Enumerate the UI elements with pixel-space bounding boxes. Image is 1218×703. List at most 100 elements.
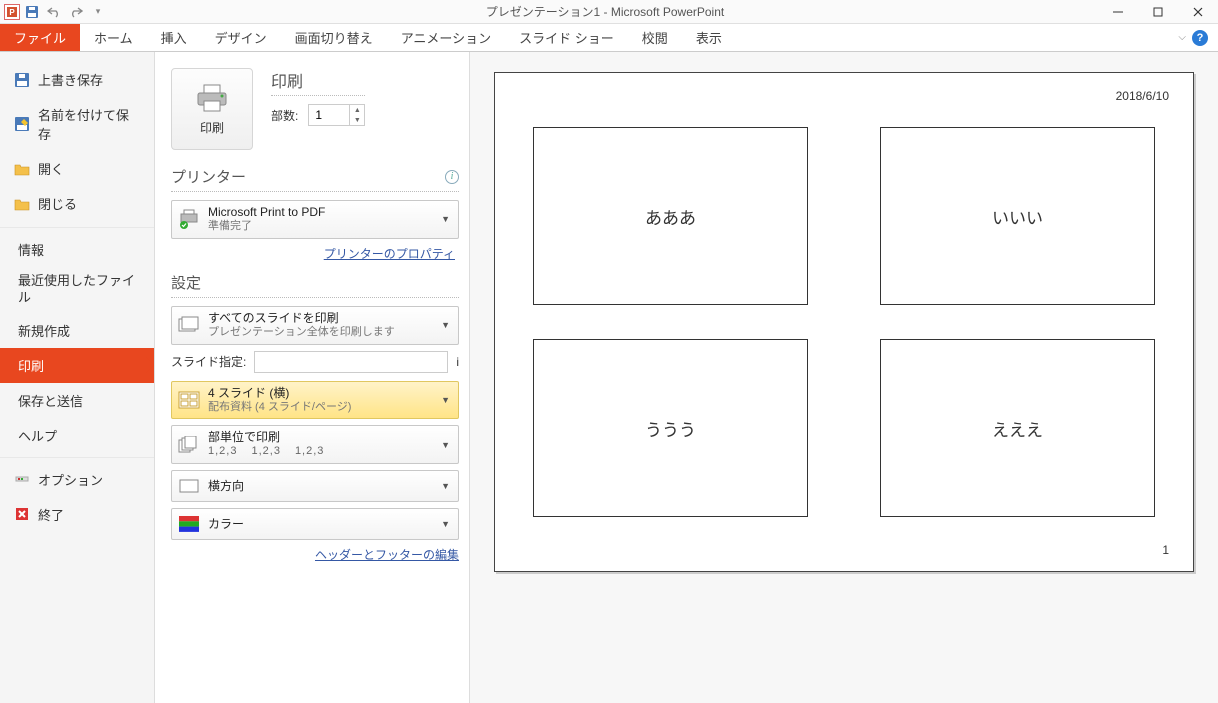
close-folder-icon [14, 196, 30, 212]
orientation-label: 横方向 [208, 479, 431, 494]
chevron-down-icon: ▼ [439, 440, 452, 450]
tab-home[interactable]: ホーム [80, 24, 147, 51]
qat-customize-icon[interactable]: ▾ [88, 2, 108, 22]
preview-slide-1: あああ [533, 127, 808, 305]
chevron-down-icon: ▼ [439, 320, 452, 330]
sidebar-item-print[interactable]: 印刷 [0, 348, 154, 383]
info-icon[interactable]: i [445, 170, 459, 184]
tab-transition[interactable]: 画面切り替え [281, 24, 387, 51]
save-as-icon [14, 116, 30, 132]
preview-date: 2018/6/10 [1116, 89, 1169, 103]
scope-selector[interactable]: すべてのスライドを印刷 プレゼンテーション全体を印刷します ▼ [171, 306, 459, 345]
copies-up-icon[interactable]: ▲ [350, 105, 364, 115]
minimize-button[interactable] [1098, 0, 1138, 24]
exit-icon [14, 506, 30, 522]
sidebar-item-options[interactable]: オプション [0, 462, 154, 497]
tab-insert[interactable]: 挿入 [147, 24, 201, 51]
layout-selector[interactable]: 4 スライド (横) 配布資料 (4 スライド/ページ) ▼ [171, 381, 459, 420]
slide-spec-input[interactable] [254, 351, 448, 373]
printer-properties-link[interactable]: プリンターのプロパティ [324, 247, 455, 261]
quick-access-toolbar: P ▾ [0, 2, 112, 22]
sidebar-item-new[interactable]: 新規作成 [0, 313, 154, 348]
open-folder-icon [14, 161, 30, 177]
window-controls [1098, 0, 1218, 24]
settings-section-title: 設定 [171, 272, 459, 293]
tab-design[interactable]: デザイン [201, 24, 281, 51]
printer-status: 準備完了 [208, 220, 431, 234]
backstage-main: 上書き保存 名前を付けて保存 開く 閉じる 情報 最近使用したファイル 新規作成… [0, 52, 1218, 703]
qat-save-icon[interactable] [22, 2, 42, 22]
handout-4-icon [178, 389, 200, 411]
scope-l1: すべてのスライドを印刷 [208, 311, 431, 326]
printer-icon [194, 83, 230, 113]
sidebar-item-label: 閉じる [38, 194, 77, 213]
sidebar-item-label: 新規作成 [18, 321, 70, 340]
copies-label: 部数: [271, 107, 298, 124]
sidebar-item-label: オプション [38, 470, 103, 489]
tab-review[interactable]: 校閲 [628, 24, 682, 51]
collate-icon [178, 434, 200, 456]
sidebar-item-label: 最近使用したファイル [18, 273, 140, 307]
save-icon [14, 72, 30, 88]
sidebar-item-recent[interactable]: 最近使用したファイル [0, 267, 154, 313]
printer-ready-icon [178, 208, 200, 230]
ribbon-minimize-icon[interactable]: ⌵ [1178, 32, 1186, 43]
preview-page: 2018/6/10 あああ いいい ううう えええ 1 [494, 72, 1194, 572]
ribbon-tabs: ファイル ホーム 挿入 デザイン 画面切り替え アニメーション スライド ショー… [0, 24, 1218, 52]
print-button[interactable]: 印刷 [171, 68, 253, 150]
copies-spinner[interactable]: ▲ ▼ [308, 104, 365, 126]
printer-selector[interactable]: Microsoft Print to PDF 準備完了 ▼ [171, 200, 459, 239]
color-icon [178, 513, 200, 535]
header-footer-link[interactable]: ヘッダーとフッターの編集 [315, 548, 459, 562]
copies-down-icon[interactable]: ▼ [350, 115, 364, 125]
info-icon[interactable]: i [456, 355, 459, 369]
preview-slide-3: ううう [533, 339, 808, 517]
tab-animation[interactable]: アニメーション [387, 24, 505, 51]
sidebar-item-label: 印刷 [18, 356, 44, 375]
close-button[interactable] [1178, 0, 1218, 24]
sidebar-item-help[interactable]: ヘルプ [0, 418, 154, 453]
tab-file[interactable]: ファイル [0, 24, 80, 51]
sidebar-item-save-send[interactable]: 保存と送信 [0, 383, 154, 418]
chevron-down-icon: ▼ [439, 519, 452, 529]
backstage-sidebar: 上書き保存 名前を付けて保存 開く 閉じる 情報 最近使用したファイル 新規作成… [0, 52, 155, 703]
sidebar-item-info[interactable]: 情報 [0, 232, 154, 267]
sidebar-item-label: 情報 [18, 240, 44, 259]
title-bar: P ▾ プレゼンテーション1 - Microsoft PowerPoint [0, 0, 1218, 24]
options-icon [14, 471, 30, 487]
sidebar-item-save-as[interactable]: 名前を付けて保存 [0, 97, 154, 151]
tab-view[interactable]: 表示 [682, 24, 736, 51]
sidebar-item-save[interactable]: 上書き保存 [0, 62, 154, 97]
maximize-button[interactable] [1138, 0, 1178, 24]
window-title: プレゼンテーション1 - Microsoft PowerPoint [112, 3, 1098, 20]
qat-redo-icon[interactable] [66, 2, 86, 22]
sidebar-item-label: ヘルプ [18, 426, 57, 445]
preview-page-number: 1 [1162, 543, 1169, 557]
slides-icon [178, 314, 200, 336]
copies-input[interactable] [309, 105, 349, 125]
chevron-down-icon: ▼ [439, 481, 452, 491]
help-icon[interactable]: ? [1192, 30, 1208, 46]
chevron-down-icon: ▼ [439, 214, 452, 224]
print-button-label: 印刷 [200, 119, 224, 136]
layout-l2: 配布資料 (4 スライド/ページ) [208, 401, 431, 415]
tab-slideshow[interactable]: スライド ショー [505, 24, 628, 51]
sidebar-item-open[interactable]: 開く [0, 151, 154, 186]
sidebar-item-label: 上書き保存 [38, 70, 103, 89]
collate-selector[interactable]: 部単位で印刷 1,2,3 1,2,3 1,2,3 ▼ [171, 425, 459, 464]
sidebar-item-label: 名前を付けて保存 [38, 105, 140, 143]
sidebar-item-close[interactable]: 閉じる [0, 186, 154, 221]
qat-undo-icon[interactable] [44, 2, 64, 22]
sidebar-item-exit[interactable]: 終了 [0, 497, 154, 532]
color-selector[interactable]: カラー ▼ [171, 508, 459, 540]
print-section-title: 印刷 [271, 68, 365, 92]
slide-spec-label: スライド指定: [171, 353, 246, 370]
svg-text:P: P [9, 8, 15, 17]
chevron-down-icon: ▼ [439, 395, 452, 405]
sidebar-item-label: 保存と送信 [18, 391, 83, 410]
preview-slide-2: いいい [880, 127, 1155, 305]
printer-section-title: プリンター i [171, 166, 459, 187]
sidebar-item-label: 終了 [38, 505, 64, 524]
orientation-selector[interactable]: 横方向 ▼ [171, 470, 459, 502]
scope-l2: プレゼンテーション全体を印刷します [208, 326, 431, 340]
